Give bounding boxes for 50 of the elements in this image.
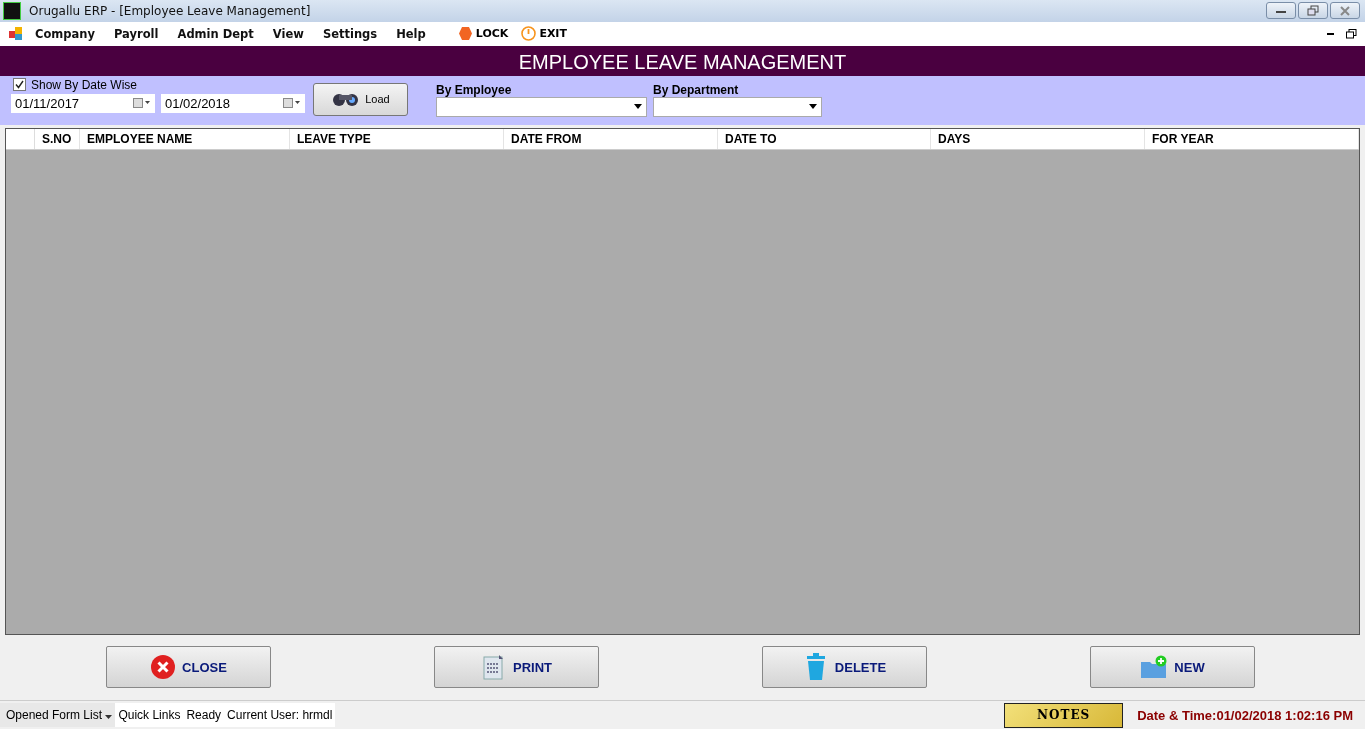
menu-item[interactable]: Company [35, 26, 95, 41]
load-button[interactable]: Load [313, 82, 408, 116]
menu-item[interactable]: Payroll [114, 26, 159, 41]
calendar-icon [133, 98, 151, 109]
date-time: Date & Time:01/02/2018 1:02:16 PM [1137, 707, 1353, 723]
folder-plus-icon [1140, 655, 1169, 680]
action-button[interactable]: NEW [1090, 646, 1255, 689]
date-picker[interactable]: 01/11/2017 [11, 93, 155, 113]
notes-button[interactable]: NOTES [1004, 702, 1124, 728]
status-text: Ready [183, 703, 225, 728]
form-header: EMPLOYEE LEAVE MANAGEMENT [0, 47, 1365, 76]
menu-action[interactable]: EXIT [539, 27, 567, 41]
window-title: Orugallu ERP - [Employee Leave Management] [29, 3, 312, 18]
caret-icon [809, 104, 817, 110]
caret-icon [634, 104, 642, 110]
menu-item[interactable]: View [272, 26, 304, 41]
column-header[interactable]: FOR YEAR [1145, 129, 1359, 150]
menu-item[interactable]: Help [396, 26, 426, 41]
column-header[interactable]: S.NO [35, 129, 80, 150]
checkbox-label: Show By Date Wise [31, 77, 138, 92]
hexagon-icon [457, 26, 473, 42]
action-button[interactable]: PRINT [434, 646, 599, 689]
column-header[interactable]: DATE FROM [504, 129, 718, 150]
column-header[interactable]: EMPLOYEE NAME [80, 129, 290, 150]
current-user: Current User: hrmdl [224, 703, 336, 728]
app-logo-icon [3, 1, 21, 20]
restore-icon [1307, 5, 1319, 17]
date-picker[interactable]: 01/02/2018 [161, 93, 305, 113]
action-button[interactable]: DELETE [762, 646, 927, 689]
close-button[interactable] [1330, 2, 1360, 20]
caret-icon [105, 715, 113, 720]
close-icon [150, 654, 177, 681]
field-label: By Employee [436, 82, 513, 97]
menu-item[interactable]: Settings [322, 26, 378, 41]
checkbox[interactable] [13, 78, 26, 92]
power-icon [521, 26, 537, 42]
close-icon [1339, 5, 1351, 16]
app-menu-icon[interactable] [9, 26, 23, 41]
field-label: By Department [653, 82, 740, 97]
column-header[interactable]: DATE TO [718, 129, 931, 150]
column-header[interactable]: DAYS [931, 129, 1145, 150]
restore-icon[interactable] [1346, 28, 1357, 39]
calendar-icon [283, 98, 301, 109]
quick-links[interactable]: Quick Links [115, 703, 184, 728]
minimize-button[interactable] [1266, 2, 1296, 20]
opened-form-list-dropdown[interactable]: Opened Form List [0, 703, 116, 728]
action-button[interactable]: CLOSE [106, 646, 271, 689]
column-header[interactable]: LEAVE TYPE [290, 129, 504, 150]
menu-item[interactable]: Admin Dept [177, 26, 254, 41]
menu-action[interactable]: LOCK [475, 27, 509, 41]
